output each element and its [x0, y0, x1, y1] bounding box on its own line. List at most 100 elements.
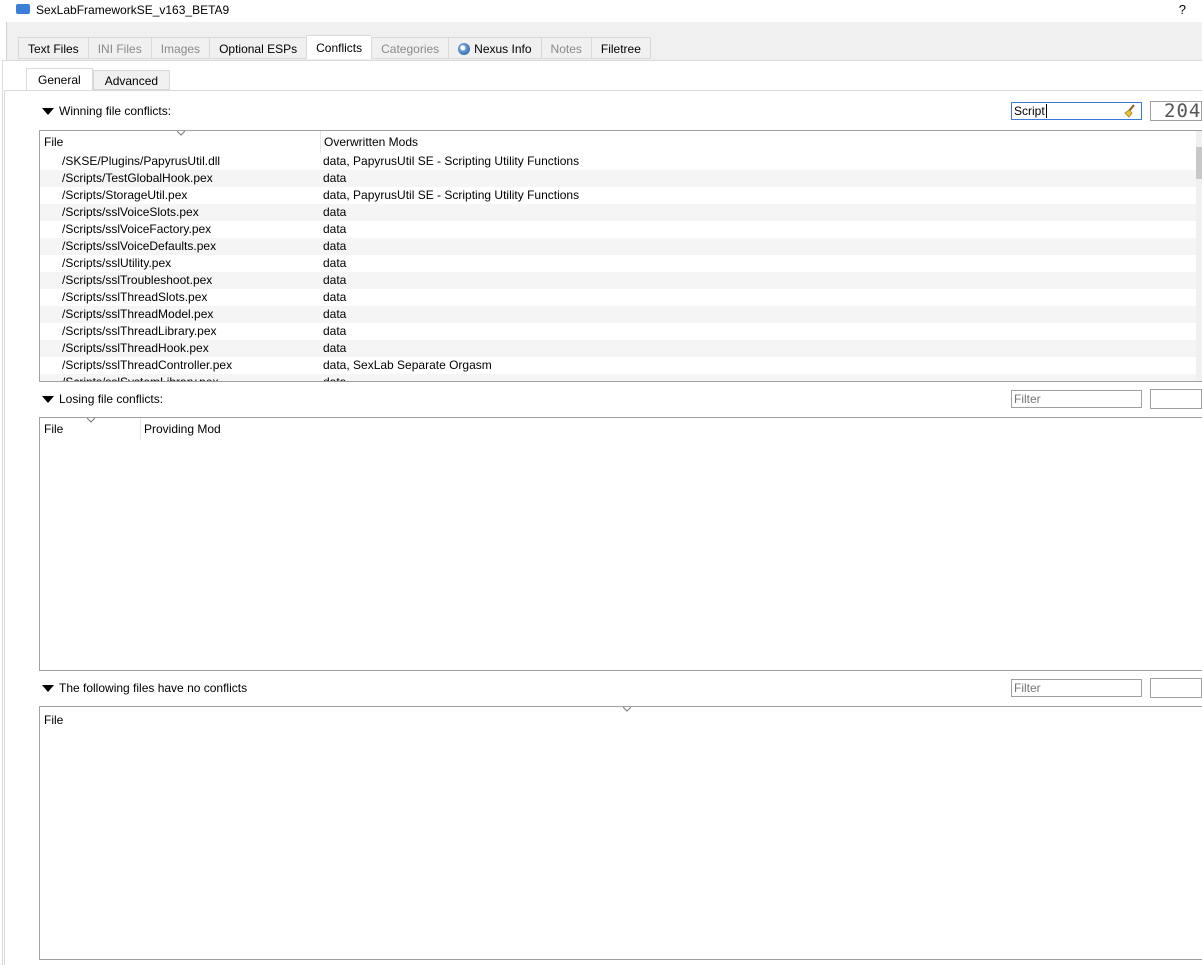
no-conflicts-counter	[1150, 678, 1202, 698]
cell-overwritten-mods: data	[323, 341, 347, 355]
cell-file: /Scripts/sslThreadModel.pex	[62, 307, 214, 321]
cell-file: /Scripts/sslThreadHook.pex	[62, 341, 209, 355]
table-row[interactable]: /Scripts/sslUtility.pex data	[40, 255, 1202, 272]
sub-tab-bar: General Advanced	[26, 68, 171, 90]
collapse-triangle-icon	[42, 395, 54, 403]
table-header: File Overwritten Mods	[40, 131, 1202, 153]
tab-label: General	[38, 73, 81, 87]
tab-filetree[interactable]: Filetree	[590, 37, 651, 59]
winning-filter-input[interactable]: Script	[1011, 102, 1142, 120]
tab-notes[interactable]: Notes	[540, 37, 591, 59]
window-title: SexLabFrameworkSE_v163_BETA9	[36, 3, 230, 17]
table-header: File Providing Mod	[40, 418, 1202, 440]
collapse-triangle-icon	[42, 107, 54, 115]
table-row[interactable]: /Scripts/sslSystemLibrary.pex data	[40, 374, 1202, 382]
sort-chevron-icon	[623, 707, 631, 712]
cell-overwritten-mods: data	[323, 375, 347, 382]
losing-conflicts-toggle[interactable]: Losing file conflicts:	[42, 392, 163, 406]
title-bar: SexLabFrameworkSE_v163_BETA9 ?	[6, 0, 1202, 22]
table-row[interactable]: /Scripts/sslThreadLibrary.pex data	[40, 323, 1202, 340]
losing-counter	[1150, 389, 1202, 409]
cell-file: /Scripts/sslThreadLibrary.pex	[62, 324, 217, 338]
cell-file: /Scripts/sslVoiceSlots.pex	[62, 205, 199, 219]
cell-overwritten-mods: data	[323, 290, 347, 304]
losing-filter-input[interactable]	[1011, 390, 1142, 408]
column-divider[interactable]	[140, 418, 141, 440]
section-title: Winning file conflicts:	[59, 104, 172, 118]
table-row[interactable]: /SKSE/Plugins/PapyrusUtil.dll data, Papyr…	[40, 153, 1202, 170]
table-row[interactable]: /Scripts/StorageUtil.pex data, PapyrusUti…	[40, 187, 1202, 204]
tab-general[interactable]: General	[26, 68, 93, 90]
cell-overwritten-mods: data, SexLab Separate Orgasm	[323, 358, 492, 372]
scrollbar-thumb[interactable]	[1196, 147, 1202, 179]
cell-file: /Scripts/sslUtility.pex	[62, 256, 172, 270]
table-body: /SKSE/Plugins/PapyrusUtil.dll data, Papyr…	[40, 153, 1202, 382]
sort-chevron-icon	[177, 131, 185, 136]
tab-text-files[interactable]: Text Files	[18, 37, 88, 59]
table-row[interactable]: /Scripts/TestGlobalHook.pex data	[40, 170, 1202, 187]
cell-file: /Scripts/sslVoiceDefaults.pex	[62, 239, 217, 253]
cell-overwritten-mods: data	[323, 239, 347, 253]
cell-file: /Scripts/sslSystemLibrary.pex	[62, 375, 219, 382]
globe-icon	[458, 43, 471, 55]
tab-label: Optional ESPs	[219, 42, 298, 56]
section-title: The following files have no conflicts	[59, 681, 248, 695]
no-conflicts-filter-input[interactable]	[1011, 679, 1142, 697]
cell-overwritten-mods: data	[323, 256, 347, 270]
column-header-file[interactable]: File	[44, 135, 63, 149]
cell-overwritten-mods: data, PapyrusUtil SE - Scripting Utility…	[323, 188, 580, 202]
cell-file: /Scripts/sslThreadSlots.pex	[62, 290, 208, 304]
tab-label: Conflicts	[316, 41, 363, 55]
winning-conflicts-toggle[interactable]: Winning file conflicts:	[42, 104, 171, 118]
cell-overwritten-mods: data	[323, 324, 347, 338]
cell-overwritten-mods: data	[323, 222, 347, 236]
conflict-counter: 2045	[1150, 100, 1202, 122]
tab-label: Text Files	[28, 42, 79, 56]
column-divider[interactable]	[320, 131, 321, 153]
table-row[interactable]: /Scripts/sslThreadController.pex data, Se…	[40, 357, 1202, 374]
cell-overwritten-mods: data	[323, 205, 347, 219]
cell-overwritten-mods: data	[323, 273, 347, 287]
filter-value: Script	[1014, 104, 1045, 118]
table-row[interactable]: /Scripts/sslVoiceFactory.pex data	[40, 221, 1202, 238]
table-row[interactable]: /Scripts/sslThreadModel.pex data	[40, 306, 1202, 323]
column-header-providing-mod[interactable]: Providing Mod	[144, 422, 221, 436]
table-row[interactable]: /Scripts/sslVoiceSlots.pex data	[40, 204, 1202, 221]
column-header-overwritten-mods[interactable]: Overwritten Mods	[324, 135, 418, 149]
tab-label: INI Files	[97, 42, 142, 56]
tab-optional-esps[interactable]: Optional ESPs	[209, 37, 307, 59]
winning-conflicts-table: File Overwritten Mods /SKSE/Plugins/Papy…	[39, 130, 1202, 382]
vertical-scrollbar[interactable]	[1196, 131, 1202, 381]
tab-ini-files[interactable]: INI Files	[87, 37, 151, 59]
column-header-file[interactable]: File	[44, 713, 63, 727]
section-title: Losing file conflicts:	[59, 392, 164, 406]
losing-conflicts-table: File Providing Mod	[39, 417, 1202, 671]
table-row[interactable]: /Scripts/sslTroubleshoot.pex data	[40, 272, 1202, 289]
table-row[interactable]: /Scripts/sslThreadSlots.pex data	[40, 289, 1202, 306]
cell-overwritten-mods: data, PapyrusUtil SE - Scripting Utility…	[323, 154, 580, 168]
table-header: File	[40, 707, 1202, 729]
app-folder-icon	[16, 4, 30, 14]
cell-file: /Scripts/sslThreadController.pex	[62, 358, 233, 372]
tab-images[interactable]: Images	[150, 37, 210, 59]
table-row[interactable]: /Scripts/sslThreadHook.pex data	[40, 340, 1202, 357]
table-row[interactable]: /Scripts/sslVoiceDefaults.pex data	[40, 238, 1202, 255]
column-header-file[interactable]: File	[44, 422, 63, 436]
collapse-triangle-icon	[42, 684, 54, 692]
tab-label: Filetree	[600, 42, 641, 56]
cell-file: /Scripts/TestGlobalHook.pex	[62, 171, 213, 185]
tab-label: Advanced	[104, 74, 159, 88]
tab-conflicts[interactable]: Conflicts	[306, 35, 372, 59]
cell-overwritten-mods: data	[323, 307, 347, 321]
tab-nexus-info[interactable]: Nexus Info	[448, 37, 541, 59]
clear-filter-broom-icon[interactable]	[1123, 104, 1137, 118]
tab-advanced[interactable]: Advanced	[92, 70, 171, 90]
help-button[interactable]: ?	[1179, 2, 1186, 17]
main-tab-bar: Text Files INI Files Images Optional ESP…	[18, 35, 651, 60]
cell-overwritten-mods: data	[323, 171, 347, 185]
no-conflicts-toggle[interactable]: The following files have no conflicts	[42, 681, 247, 695]
tab-categories[interactable]: Categories	[371, 37, 449, 59]
tab-label: Notes	[550, 42, 582, 56]
sort-chevron-icon	[87, 418, 95, 423]
no-conflicts-table: File	[39, 706, 1202, 960]
